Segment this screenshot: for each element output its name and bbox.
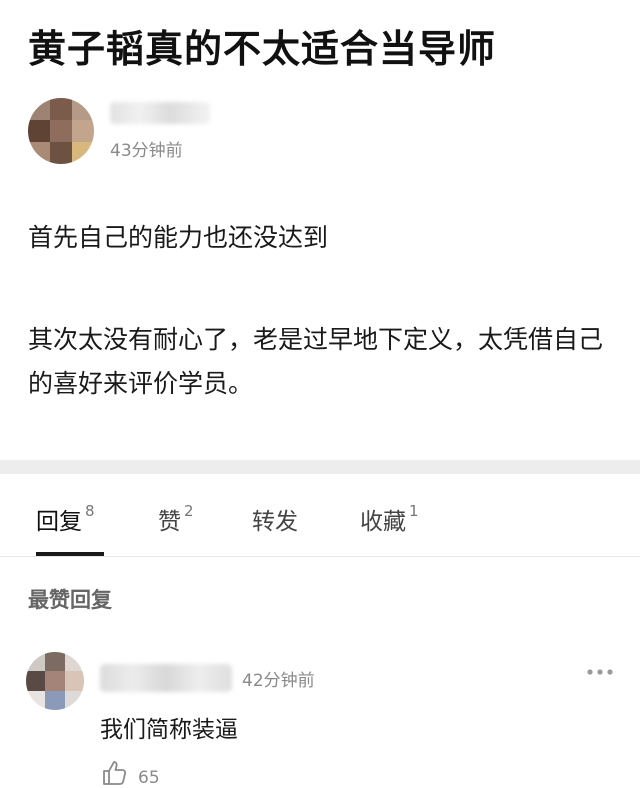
active-tab-indicator — [36, 552, 104, 556]
author-row[interactable]: 43分钟前 — [28, 98, 428, 168]
post-tabs: 回复 8 赞2 转发 收藏 1 — [0, 474, 640, 557]
comment-time: 42分钟前 — [242, 671, 315, 691]
tab-likes-label: 赞 — [158, 509, 181, 535]
tab-replies[interactable]: 回复 8 — [36, 502, 95, 536]
tab-likes-count: 2 — [184, 502, 194, 521]
post-paragraph-2: 其次太没有耐心了，老是过早地下定义，太凭借自己的喜好来评价学员。 — [28, 325, 604, 398]
tab-favorites[interactable]: 收藏 1 — [360, 502, 419, 536]
section-divider — [0, 460, 640, 474]
author-avatar[interactable] — [28, 98, 94, 164]
post-title: 黄子韬真的不太适合当导师 — [28, 27, 497, 71]
comment-text: 我们简称装逼 — [100, 717, 238, 743]
tab-favorites-label: 收藏 — [360, 509, 406, 535]
comment-like-count: 65 — [138, 768, 160, 788]
tab-replies-count: 8 — [85, 502, 95, 521]
tab-likes[interactable]: 赞2 — [158, 502, 194, 536]
tab-reposts-label: 转发 — [252, 509, 298, 535]
tab-favorites-count: 1 — [409, 502, 419, 521]
thumbs-up-icon[interactable] — [100, 758, 130, 788]
post-paragraph-1: 首先自己的能力也还没达到 — [28, 223, 329, 252]
comment-item: 42分钟前 我们简称装逼 65 — [0, 646, 640, 788]
post-time: 43分钟前 — [110, 141, 183, 161]
commenter-name-blurred[interactable] — [100, 664, 232, 692]
more-dots-icon[interactable] — [585, 666, 615, 678]
top-replies-heading: 最赞回复 — [28, 588, 112, 612]
commenter-avatar[interactable] — [26, 652, 84, 710]
author-name-blurred[interactable] — [110, 102, 210, 124]
tab-replies-label: 回复 — [36, 509, 82, 535]
tab-reposts[interactable]: 转发 — [252, 502, 298, 536]
